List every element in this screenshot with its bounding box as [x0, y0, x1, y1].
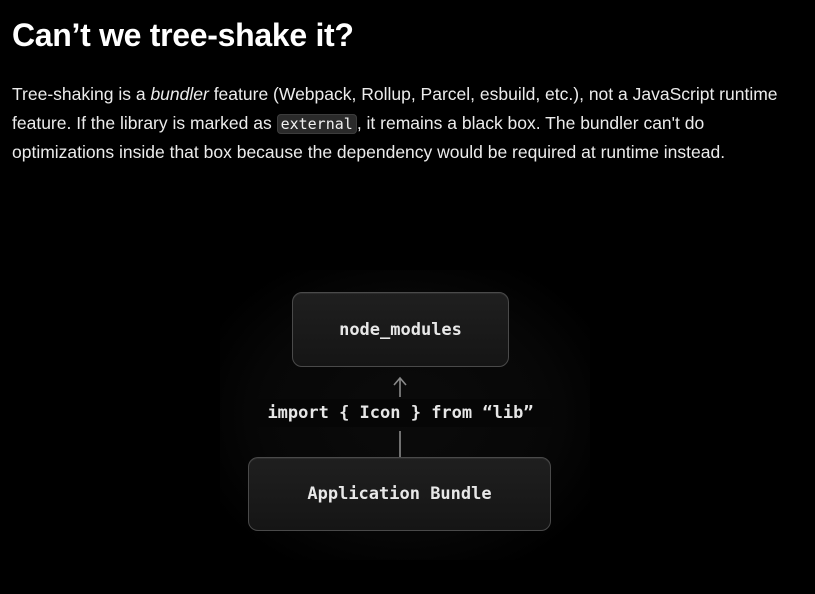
- paragraph-emphasis: bundler: [150, 84, 209, 104]
- application-bundle-label: Application Bundle: [307, 484, 492, 504]
- node-modules-label: node_modules: [339, 319, 462, 340]
- page-title: Can’t we tree-shake it?: [12, 17, 354, 53]
- import-statement-label: import { Icon } from “lib”: [248, 399, 553, 427]
- body-paragraph: Tree-shaking is a bundler feature (Webpa…: [12, 80, 802, 167]
- application-bundle-box: Application Bundle: [248, 457, 551, 531]
- paragraph-text-1: Tree-shaking is a: [12, 84, 151, 104]
- inline-code: external: [276, 113, 357, 134]
- node-modules-box: node_modules: [292, 292, 509, 367]
